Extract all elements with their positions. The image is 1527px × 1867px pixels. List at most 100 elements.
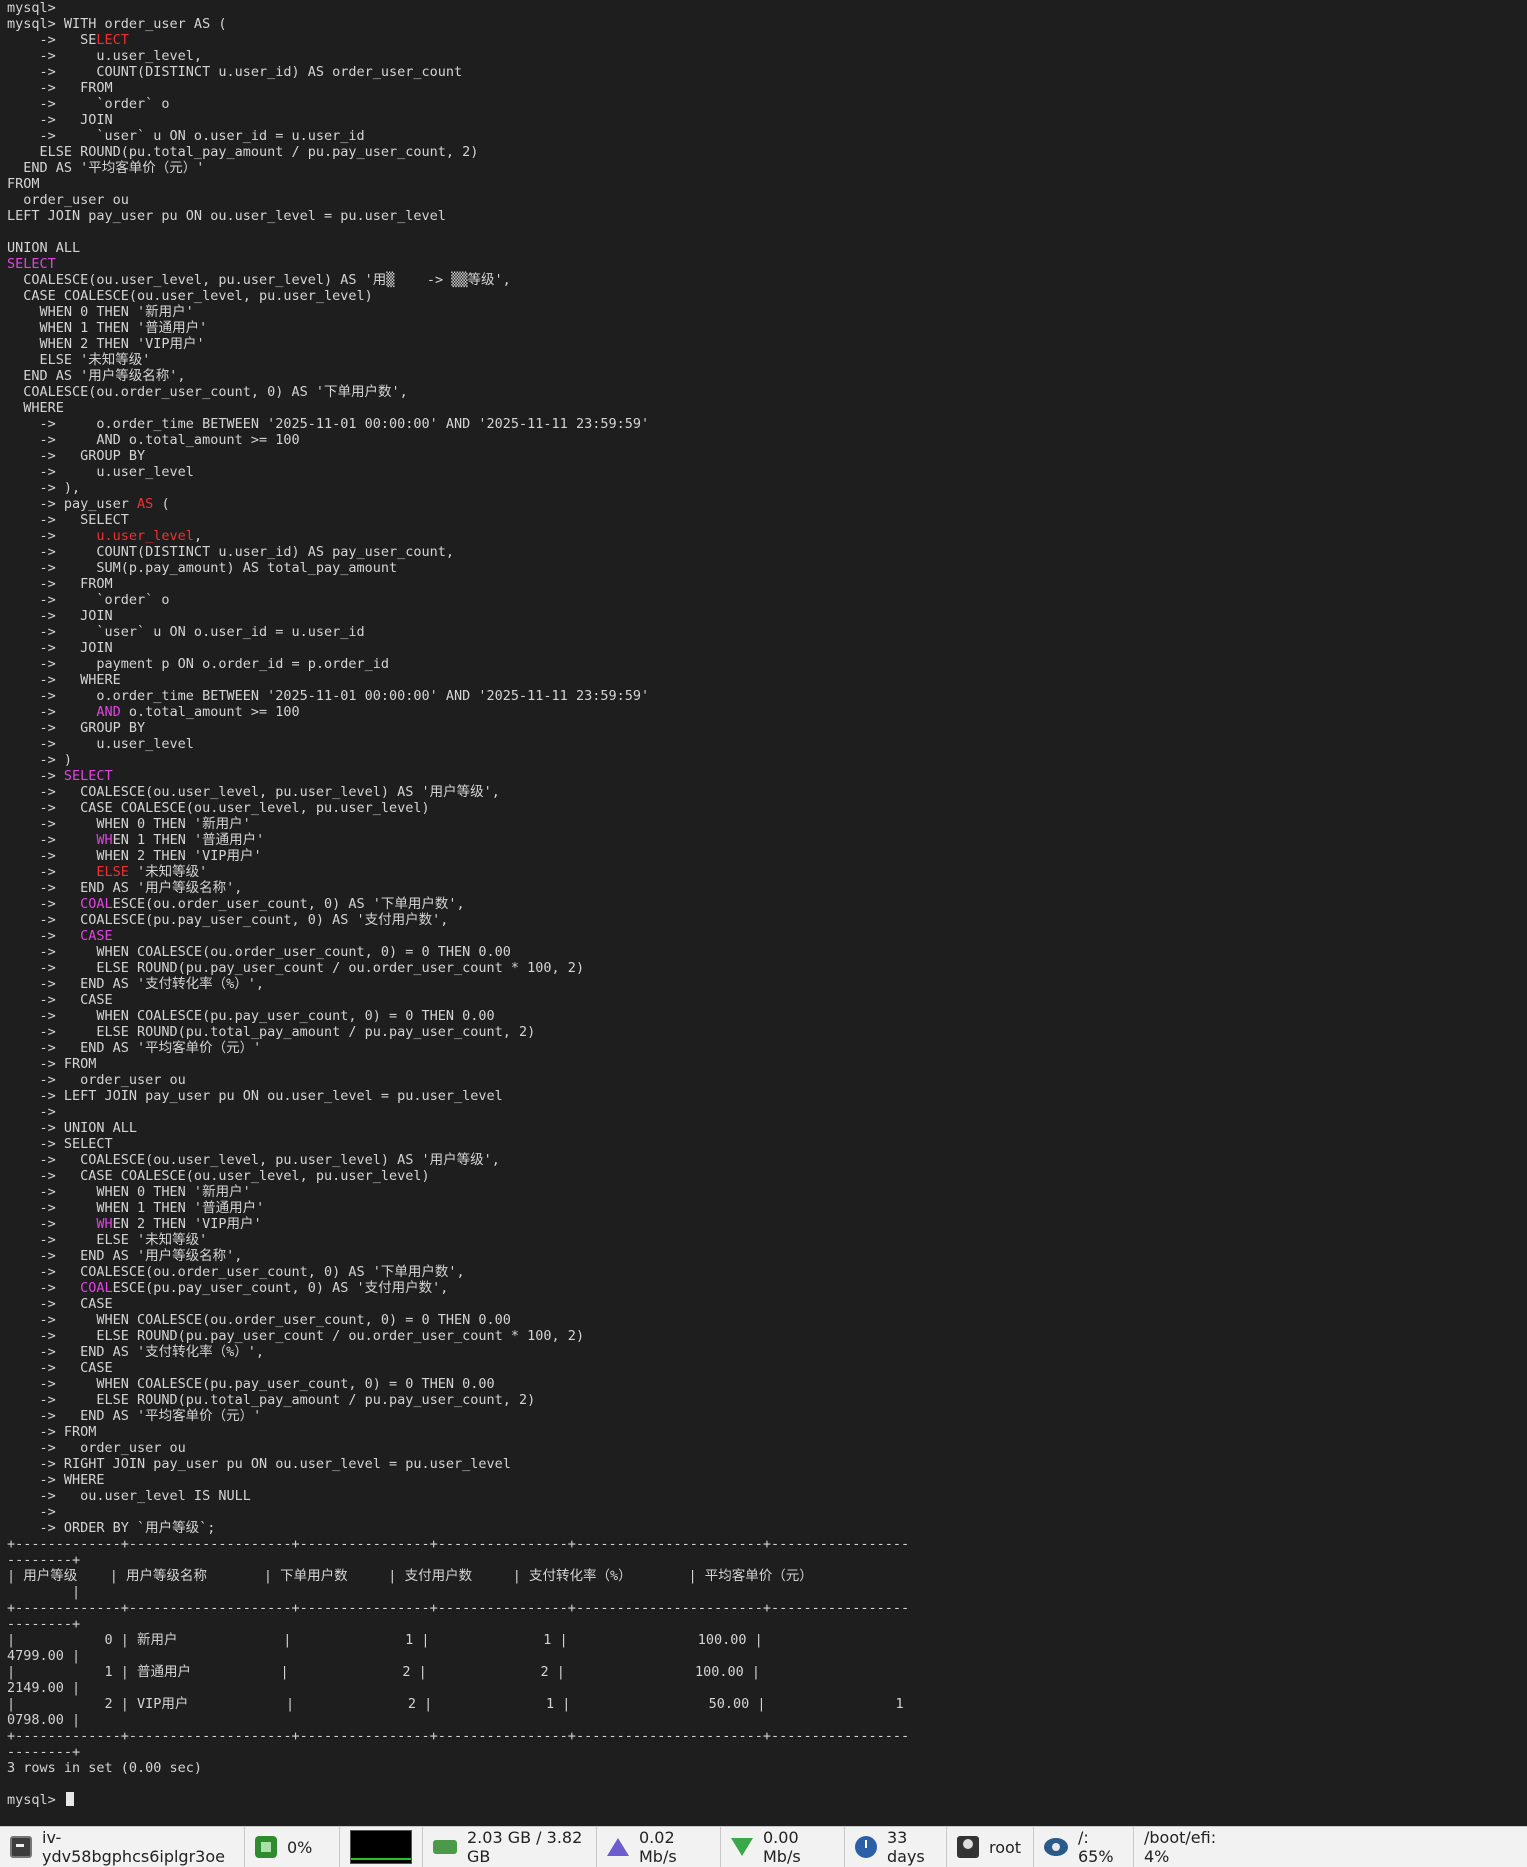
terminal-line: -> order_user ou xyxy=(7,1440,186,1456)
terminal-line: -> END AS '平均客单价（元）' xyxy=(7,1040,262,1056)
terminal-line: +-------------+--------------------+----… xyxy=(7,1536,910,1552)
cpu-icon xyxy=(255,1836,277,1858)
status-bar: iv-ydv58bgphcs6iplgr3oe 0% 2.03 GB / 3.8… xyxy=(0,1826,1527,1867)
terminal-line: -> WHEN 1 THEN '普通用户' xyxy=(7,832,265,848)
upload-segment[interactable]: 0.02 Mb/s xyxy=(597,1827,721,1867)
terminal-line: 3 rows in set (0.00 sec) xyxy=(7,1760,203,1776)
terminal-line: +-------------+--------------------+----… xyxy=(7,1728,910,1744)
terminal-line: -> WHEN COALESCE(pu.pay_user_count, 0) =… xyxy=(7,1376,495,1392)
terminal-line: 4799.00 | xyxy=(7,1648,81,1664)
terminal-line: mysql> WITH order_user AS ( xyxy=(7,16,227,32)
uptime-segment[interactable]: 33 days xyxy=(845,1827,947,1867)
disk-root-segment[interactable]: /: 65% xyxy=(1034,1827,1134,1867)
terminal-line: -> SUM(p.pay_amount) AS total_pay_amount xyxy=(7,560,398,576)
hostname-segment[interactable]: iv-ydv58bgphcs6iplgr3oe xyxy=(0,1827,245,1867)
terminal-line: -> COALESCE(pu.pay_user_count, 0) AS '支付… xyxy=(7,1280,449,1296)
terminal-line: -> `order` o xyxy=(7,592,170,608)
terminal-line: -> JOIN xyxy=(7,112,113,128)
terminal-line: -> GROUP BY xyxy=(7,448,146,464)
terminal-line: -> LEFT JOIN pay_user pu ON ou.user_leve… xyxy=(7,1088,503,1104)
terminal-line: -> ELSE ROUND(pu.total_pay_amount / pu.p… xyxy=(7,1392,536,1408)
terminal-line: LEFT JOIN pay_user pu ON ou.user_level =… xyxy=(7,208,446,224)
terminal-line: -> COALESCE(ou.order_user_count, 0) AS '… xyxy=(7,1264,465,1280)
terminal-line: -> GROUP BY xyxy=(7,720,146,736)
terminal-line: 0798.00 | xyxy=(7,1712,81,1728)
terminal-line: WHEN 1 THEN '普通用户' xyxy=(7,320,208,336)
terminal-line: -> ELSE ROUND(pu.pay_user_count / ou.ord… xyxy=(7,960,585,976)
terminal-line: -> ELSE '未知等级' xyxy=(7,864,208,880)
clock-icon xyxy=(855,1836,877,1858)
terminal-line: -> END AS '平均客单价（元）' xyxy=(7,1408,262,1424)
terminal-line: WHERE xyxy=(7,400,64,416)
terminal-line: -> ELSE ROUND(pu.pay_user_count / ou.ord… xyxy=(7,1328,585,1344)
terminal-line: -> WHEN COALESCE(ou.order_user_count, 0)… xyxy=(7,1312,511,1328)
cpu-usage: 0% xyxy=(287,1837,313,1857)
terminal-cursor xyxy=(65,1792,74,1806)
terminal-line: -> END AS '支付转化率（%）', xyxy=(7,1344,265,1360)
terminal-line: -> ), xyxy=(7,480,81,496)
terminal-line: -> payment p ON o.order_id = p.order_id xyxy=(7,656,390,672)
terminal-line: +-------------+--------------------+----… xyxy=(7,1600,910,1616)
terminal-line: mysql> xyxy=(7,1792,1522,1808)
terminal-line: -> pay_user AS ( xyxy=(7,496,170,512)
terminal-line: ELSE '未知等级' xyxy=(7,352,151,368)
terminal-line: -> SELECT xyxy=(7,1136,113,1152)
terminal-line: END AS '平均客单价（元）' xyxy=(7,160,205,176)
terminal-line: -> END AS '支付转化率（%）', xyxy=(7,976,265,992)
cpu-segment[interactable]: 0% xyxy=(245,1827,340,1867)
terminal-line: COALESCE(ou.order_user_count, 0) AS '下单用… xyxy=(7,384,408,400)
terminal-line: -> END AS '用户等级名称', xyxy=(7,1248,243,1264)
memory-segment[interactable]: 2.03 GB / 3.82 GB xyxy=(422,1827,597,1867)
terminal-line: --------+ xyxy=(7,1744,81,1760)
terminal-line: -> WHEN 1 THEN '普通用户' xyxy=(7,1200,265,1216)
terminal-line: -> order_user ou xyxy=(7,1072,186,1088)
disk-boot-usage: /boot/efi: 4% xyxy=(1144,1828,1217,1866)
terminal-line: -> COALESCE(ou.order_user_count, 0) AS '… xyxy=(7,896,465,912)
terminal-line: -> ) xyxy=(7,752,73,768)
terminal-line: END AS '用户等级名称', xyxy=(7,368,186,384)
terminal-line: -> CASE xyxy=(7,1360,113,1376)
terminal-line: | 2 | VIP用户 | 2 | 1 | 50.00 | 1 xyxy=(7,1696,904,1712)
terminal-line: -> WHERE xyxy=(7,1472,105,1488)
terminal-line: -> u.user_level xyxy=(7,736,194,752)
download-segment[interactable]: 0.00 Mb/s xyxy=(721,1827,845,1867)
terminal-line: -> ORDER BY `用户等级`; xyxy=(7,1520,216,1536)
terminal-line: -> WHEN 2 THEN 'VIP用户' xyxy=(7,1216,262,1232)
terminal-line: --------+ xyxy=(7,1616,81,1632)
terminal-line: -> ELSE '未知等级' xyxy=(7,1232,208,1248)
upload-icon xyxy=(607,1838,629,1856)
terminal-line: -> RIGHT JOIN pay_user pu ON ou.user_lev… xyxy=(7,1456,511,1472)
terminal-line: -> WHEN 2 THEN 'VIP用户' xyxy=(7,848,262,864)
terminal-line: -> `user` u ON o.user_id = u.user_id xyxy=(7,624,365,640)
disk-icon xyxy=(1044,1838,1068,1856)
ram-icon xyxy=(433,1840,457,1854)
terminal-line: WHEN 2 THEN 'VIP用户' xyxy=(7,336,205,352)
terminal-line: -> COALESCE(pu.pay_user_count, 0) AS '支付… xyxy=(7,912,449,928)
terminal-line: -> SELECT xyxy=(7,512,129,528)
hostname-label: iv-ydv58bgphcs6iplgr3oe xyxy=(42,1828,225,1866)
user-segment[interactable]: root xyxy=(947,1827,1034,1867)
terminal-line: -> SELECT xyxy=(7,32,129,48)
terminal-line: -> xyxy=(7,1504,56,1520)
terminal-line: UNION ALL xyxy=(7,240,81,256)
terminal-line: -> CASE xyxy=(7,992,113,1008)
terminal-line: -> AND o.total_amount >= 100 xyxy=(7,432,300,448)
terminal-line: -> CASE xyxy=(7,1296,113,1312)
terminal-line: order_user ou xyxy=(7,192,129,208)
terminal-line: -> u.user_level, xyxy=(7,528,203,544)
download-speed: 0.00 Mb/s xyxy=(763,1828,801,1866)
disk-boot-segment[interactable]: /boot/efi: 4% xyxy=(1134,1827,1254,1867)
terminal-line: | xyxy=(7,1584,81,1600)
terminal-line: -> CASE xyxy=(7,928,113,944)
terminal-line: -> CASE COALESCE(ou.user_level, pu.user_… xyxy=(7,1168,430,1184)
terminal-output[interactable]: mysql> mysql> WITH order_user AS ( -> SEL… xyxy=(7,0,1522,1826)
user-name: root xyxy=(989,1837,1022,1857)
terminal-line: -> o.order_time BETWEEN '2025-11-01 00:0… xyxy=(7,688,650,704)
terminal-icon xyxy=(10,1836,32,1858)
terminal-line: | 用户等级 | 用户等级名称 | 下单用户数 | 支付用户数 | 支付转化率（… xyxy=(7,1568,813,1584)
terminal-line: -> JOIN xyxy=(7,608,113,624)
terminal-line: -> `user` u ON o.user_id = u.user_id xyxy=(7,128,365,144)
terminal-line: -> COALESCE(ou.user_level, pu.user_level… xyxy=(7,1152,500,1168)
